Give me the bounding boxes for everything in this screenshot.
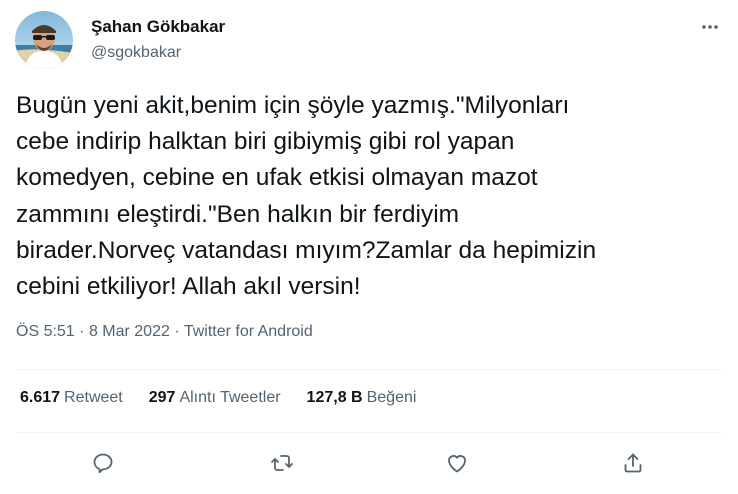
tweet-line: birader.Norveç vatandası mıyım?Zamlar da… xyxy=(16,236,597,264)
stats-bar: 6.617 Retweet 297 Alıntı Tweetler 127,8 BB… xyxy=(20,389,442,407)
quotes-stat[interactable]: 297 Alıntı Tweetler xyxy=(149,389,281,407)
like-button[interactable] xyxy=(437,443,477,483)
more-icon xyxy=(702,25,718,29)
retweet-button[interactable] xyxy=(262,443,302,483)
user-handle[interactable]: @sgokbakar xyxy=(91,44,181,62)
divider xyxy=(16,369,722,370)
tweet-line: cebe indirip halktan biri gibiymiş gibi … xyxy=(16,128,515,156)
meta-separator: · xyxy=(174,323,180,340)
more-options-button[interactable] xyxy=(690,12,730,42)
meta-separator: · xyxy=(79,323,85,340)
likes-count: 127,8 B xyxy=(306,389,363,406)
quotes-label: Alıntı Tweetler xyxy=(179,389,281,406)
avatar[interactable] xyxy=(15,11,73,69)
retweet-icon xyxy=(271,455,293,471)
tweet-line: komedyen, cebine en ufak etkisi olmayan … xyxy=(16,164,538,192)
tweet-text: Bugün yeni akit,benim için şöyle yazmış.… xyxy=(16,88,716,305)
reply-icon xyxy=(93,453,113,474)
tweet-source[interactable]: Twitter for Android xyxy=(184,323,313,340)
share-button[interactable] xyxy=(613,443,653,483)
tweet-line: zammını eleştirdi."Ben halkın bir ferdiy… xyxy=(16,200,460,228)
likes-label: Beğeni xyxy=(366,389,417,406)
share-icon xyxy=(624,453,642,473)
retweets-label: Retweet xyxy=(64,389,123,406)
action-bar xyxy=(0,443,738,483)
tweet-line: Bugün yeni akit,benim için şöyle yazmış.… xyxy=(16,92,570,119)
display-name[interactable]: Şahan Gökbakar xyxy=(91,17,225,37)
quotes-count: 297 xyxy=(148,389,176,406)
tweet-meta: ÖS 5:51 · 8 Mar 2022 · Twitter for Andro… xyxy=(16,323,313,341)
retweets-stat[interactable]: 6.617 Retweet xyxy=(20,389,123,407)
tweet-line: cebini etkiliyor! Allah akıl versin! xyxy=(16,273,361,301)
retweets-count: 6.617 xyxy=(20,389,61,406)
reply-button[interactable] xyxy=(83,443,123,483)
like-icon xyxy=(448,455,466,473)
likes-stat[interactable]: 127,8 B Beğeni xyxy=(307,389,417,407)
divider xyxy=(16,432,722,433)
tweet-time[interactable]: ÖS 5:51 xyxy=(16,323,75,340)
tweet-date[interactable]: 8 Mar 2022 xyxy=(89,323,170,340)
